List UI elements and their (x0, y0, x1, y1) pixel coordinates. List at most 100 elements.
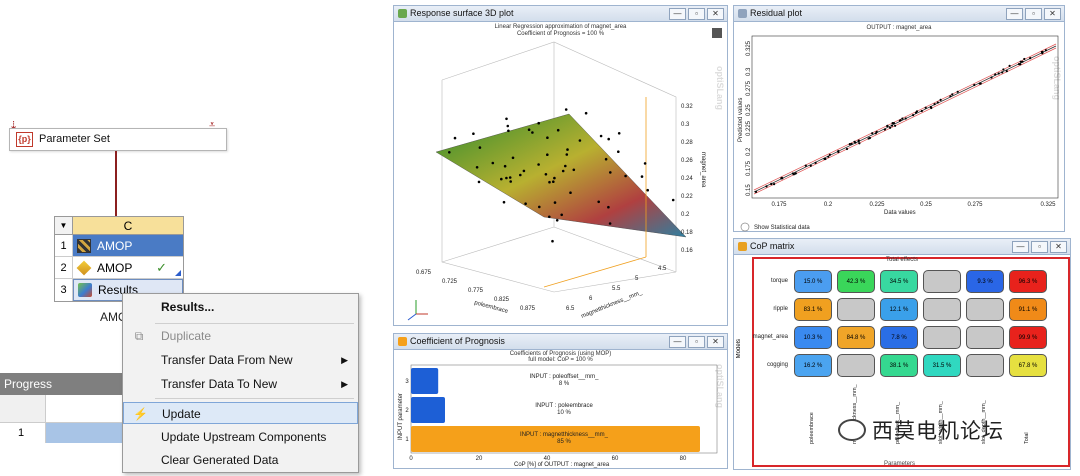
matrix-cell[interactable]: 34.5 % (880, 270, 918, 293)
coefficient-of-prognosis-window: Coefficient of Prognosis — ▫ ✕ Coefficient… (393, 333, 728, 469)
matrix-cell[interactable] (837, 354, 875, 377)
bar-label: INPUT : poleoffset__mm_ (530, 374, 599, 380)
residual-point (915, 110, 919, 113)
window-titlebar: CoP matrix — ▫ ✕ (734, 239, 1070, 255)
parameter-set-block[interactable]: {p} Parameter Set (9, 128, 227, 151)
system-row[interactable]: 2 AMOP ✓ (55, 257, 183, 279)
menu-separator (155, 323, 354, 324)
matrix-cell[interactable]: 12.1 % (880, 298, 918, 321)
cop-bar[interactable] (411, 368, 439, 394)
context-menu: Results... ⧉ Duplicate Transfer Data From… (122, 293, 359, 473)
minimize-button[interactable]: — (1006, 8, 1023, 20)
minimize-button[interactable]: — (669, 336, 686, 348)
diamond-icon (76, 260, 92, 275)
residual-point (973, 83, 976, 87)
matrix-cell[interactable]: 91.1 % (1009, 298, 1047, 321)
system-row[interactable]: 1 AMOP (55, 235, 183, 257)
menu-item-update-upstream[interactable]: Update Upstream Components (123, 426, 358, 448)
matrix-cell[interactable]: 67.8 % (1009, 354, 1047, 377)
sample-point (537, 121, 540, 125)
menu-item-clear-generated[interactable]: Clear Generated Data (123, 449, 358, 471)
matrix-cell[interactable] (837, 298, 875, 321)
show-statistical-data-label[interactable]: Show Statistical data (754, 225, 810, 231)
bar-value-label: 85 % (557, 439, 571, 445)
camera-icon[interactable] (712, 28, 722, 38)
matrix-cell[interactable]: 9.3 % (966, 270, 1004, 293)
restore-button[interactable]: ▫ (688, 8, 705, 20)
close-button[interactable]: ✕ (707, 336, 724, 348)
matrix-cell[interactable]: 15.0 % (794, 270, 832, 293)
x-tick-label: 0.175 (771, 202, 787, 208)
residual-point (951, 93, 954, 96)
menu-item-update[interactable]: ⚡ Update (123, 402, 358, 424)
residual-point (850, 142, 853, 145)
expand-toggle-icon[interactable] (740, 222, 750, 232)
close-button[interactable]: ✕ (1050, 241, 1067, 253)
matrix-cell[interactable]: 7.8 % (880, 326, 918, 349)
matrix-cell[interactable]: 38.1 % (880, 354, 918, 377)
system-block[interactable]: ▼ C 1 AMOP 2 AMOP ✓ 3 Results (54, 216, 184, 302)
menu-item-results[interactable]: Results... (123, 296, 358, 318)
checkmark-icon: ✓ (156, 259, 167, 275)
sample-point (608, 222, 612, 225)
residual-point (920, 109, 923, 113)
residual-point (858, 142, 861, 145)
matrix-cell[interactable]: 99.9 % (1009, 326, 1047, 349)
residual-point (1029, 57, 1032, 60)
x-axis-label: CoP [%] of OUTPUT : magnet_area (514, 462, 610, 468)
y-tick-label: 2 (405, 408, 409, 414)
x-tick-label: 80 (680, 456, 687, 462)
matrix-cell[interactable]: 10.3 % (794, 326, 832, 349)
close-button[interactable]: ✕ (1044, 8, 1061, 20)
restore-button[interactable]: ▫ (1031, 241, 1048, 253)
y-tick-label: 4.5 (658, 266, 667, 272)
sample-point (507, 129, 510, 133)
matrix-cell[interactable] (923, 298, 961, 321)
matrix-cell[interactable]: 42.3 % (837, 270, 875, 293)
sample-point (548, 180, 551, 184)
minimize-button[interactable]: — (1012, 241, 1029, 253)
cop-bar[interactable] (411, 426, 700, 452)
restore-button[interactable]: ▫ (688, 336, 705, 348)
cop-bar[interactable] (411, 397, 445, 423)
matrix-cell[interactable] (966, 354, 1004, 377)
matrix-cell[interactable]: 84.8 % (837, 326, 875, 349)
restore-button[interactable]: ▫ (1025, 8, 1042, 20)
close-button[interactable]: ✕ (707, 8, 724, 20)
y-axis-label: INPUT parameter (398, 393, 404, 440)
sample-point (478, 146, 482, 149)
sample-point (561, 169, 565, 173)
matrix-cell[interactable]: 96.3 % (1009, 270, 1047, 293)
matrix-cell[interactable]: 31.5 % (923, 354, 961, 377)
sample-point (505, 117, 508, 121)
cop-bar-chart[interactable]: INPUT : poleoffset__mm_8 % INPUT : poleem… (394, 350, 727, 468)
menu-item-duplicate[interactable]: ⧉ Duplicate (123, 325, 358, 347)
sample-point (617, 132, 621, 135)
matrix-cell[interactable]: 83.1 % (794, 298, 832, 321)
menu-item-transfer-to-new[interactable]: Transfer Data To New ▶ (123, 373, 358, 395)
sample-point (646, 188, 649, 192)
sample-point (552, 180, 555, 183)
matrix-cell[interactable] (923, 326, 961, 349)
residual-point (804, 164, 807, 167)
residual-point (990, 76, 993, 79)
y-tick-label: 1 (405, 437, 409, 443)
minimize-button[interactable]: — (669, 8, 686, 20)
z-tick-label: 0.2 (681, 212, 690, 218)
residual-scatter-plot[interactable]: 0.175 0.2 0.225 0.25 0.275 0.325 0.15 0.175 0.2… (734, 22, 1064, 232)
progress-row[interactable]: 1 (0, 423, 140, 443)
residual-point (1041, 52, 1044, 55)
matrix-cell[interactable]: 16.2 % (794, 354, 832, 377)
system-dropdown-icon[interactable]: ▼ (55, 217, 73, 234)
matrix-cell[interactable] (923, 270, 961, 293)
lightning-icon: ⚡ (133, 407, 148, 421)
response-surface-plot[interactable]: magnet_area poleembrace magnetthickness_… (394, 22, 727, 325)
matrix-cell[interactable] (966, 326, 1004, 349)
residual-point (997, 72, 1000, 75)
sample-point (597, 200, 600, 204)
parameter-set-label: Parameter Set (39, 133, 110, 145)
matrix-cell[interactable] (966, 298, 1004, 321)
sample-point (572, 168, 576, 172)
x-tick-label: 0.875 (520, 306, 536, 312)
menu-item-transfer-from-new[interactable]: Transfer Data From New ▶ (123, 349, 358, 371)
